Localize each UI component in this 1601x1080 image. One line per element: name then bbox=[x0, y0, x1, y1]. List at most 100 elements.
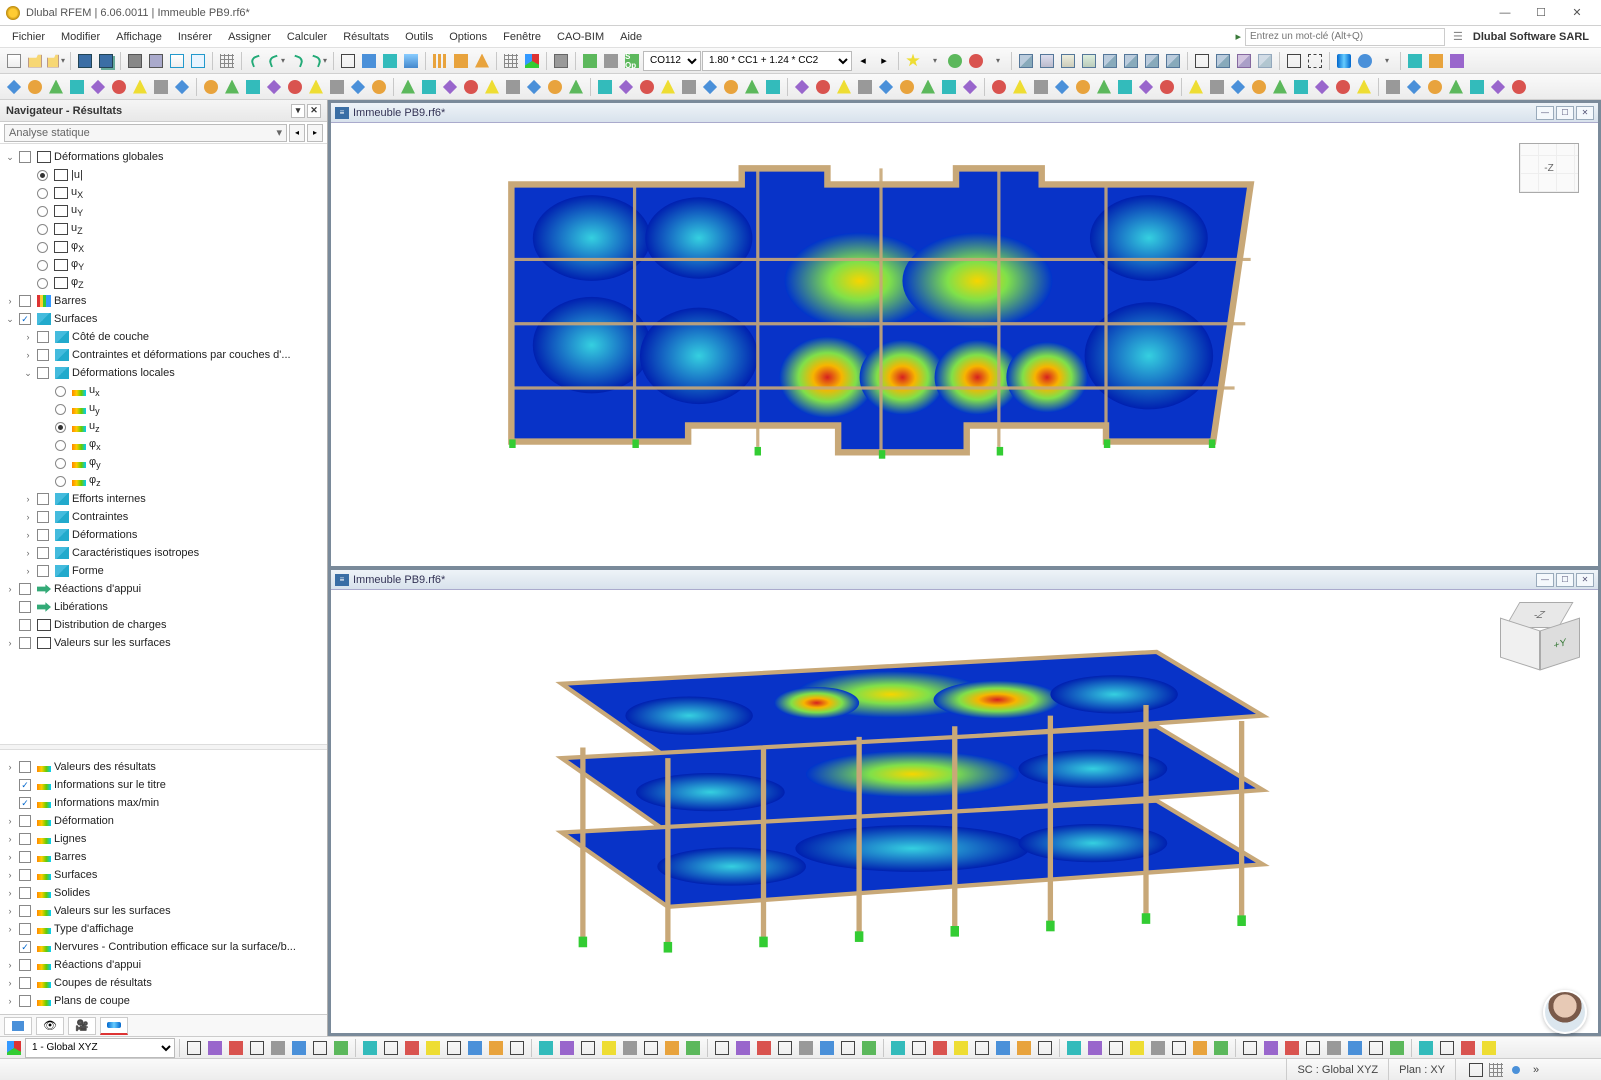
tool2-btn-52[interactable] bbox=[1136, 77, 1156, 97]
checkbox[interactable] bbox=[19, 779, 31, 791]
checkbox[interactable] bbox=[19, 313, 31, 325]
next-lc-button[interactable]: ▸ bbox=[874, 51, 894, 71]
radio[interactable] bbox=[55, 476, 66, 487]
pan-button[interactable] bbox=[1334, 51, 1354, 71]
show-loads-button[interactable] bbox=[472, 51, 492, 71]
table-button[interactable] bbox=[217, 51, 237, 71]
axes-toggle-button[interactable] bbox=[522, 51, 542, 71]
tool2-btn-3[interactable] bbox=[67, 77, 87, 97]
tool3-btn-9[interactable] bbox=[381, 1038, 401, 1058]
tool3-btn-11[interactable] bbox=[423, 1038, 443, 1058]
tool3-btn-30[interactable] bbox=[838, 1038, 858, 1058]
tool2-btn-44[interactable] bbox=[960, 77, 980, 97]
tool2-btn-28[interactable] bbox=[616, 77, 636, 97]
expander-icon[interactable]: › bbox=[4, 888, 16, 898]
so-badge[interactable]: S Op bbox=[622, 51, 642, 71]
expander-icon[interactable]: › bbox=[4, 852, 16, 862]
checkbox[interactable] bbox=[19, 583, 31, 595]
viewport-bottom-canvas[interactable]: -Z +Y bbox=[331, 590, 1598, 1033]
menu-modifier[interactable]: Modifier bbox=[53, 29, 108, 45]
tree-item[interactable]: ›Solides bbox=[0, 884, 327, 902]
tool2-btn-43[interactable] bbox=[939, 77, 959, 97]
tool2-btn-65[interactable] bbox=[1425, 77, 1445, 97]
prev-lc-button[interactable]: ◂ bbox=[853, 51, 873, 71]
expander-icon[interactable]: › bbox=[4, 584, 16, 594]
viewport-bottom-min[interactable]: — bbox=[1536, 573, 1554, 587]
viewport-top-close[interactable]: ✕ bbox=[1576, 106, 1594, 120]
tool2-btn-66[interactable] bbox=[1446, 77, 1466, 97]
checkbox[interactable] bbox=[19, 995, 31, 1007]
expander-icon[interactable]: ⌄ bbox=[4, 152, 16, 163]
model-wire-button[interactable] bbox=[1192, 51, 1212, 71]
tool3-btn-55[interactable] bbox=[1387, 1038, 1407, 1058]
expander-icon[interactable]: › bbox=[4, 762, 16, 772]
tool2-btn-11[interactable] bbox=[243, 77, 263, 97]
expander-icon[interactable]: › bbox=[4, 296, 16, 306]
tool2-btn-12[interactable] bbox=[264, 77, 284, 97]
radio[interactable] bbox=[37, 260, 48, 271]
navigator-pin-button[interactable]: ▾ bbox=[291, 104, 305, 118]
tree-item[interactable]: uX bbox=[0, 184, 327, 202]
checkbox[interactable] bbox=[37, 511, 49, 523]
save-as-button[interactable] bbox=[96, 51, 116, 71]
tool2-btn-61[interactable] bbox=[1333, 77, 1353, 97]
calc-settings-button[interactable] bbox=[601, 51, 621, 71]
radio[interactable] bbox=[37, 188, 48, 199]
checkbox[interactable] bbox=[19, 619, 31, 631]
zoom-all-button[interactable] bbox=[1284, 51, 1304, 71]
tool3-btn-4[interactable] bbox=[268, 1038, 288, 1058]
view-sections-button[interactable] bbox=[451, 51, 471, 71]
expander-icon[interactable]: › bbox=[22, 512, 34, 522]
tool2-btn-33[interactable] bbox=[721, 77, 741, 97]
analysis-type-combo[interactable]: Analyse statique▾ bbox=[4, 124, 287, 142]
tool2-btn-22[interactable] bbox=[482, 77, 502, 97]
radio[interactable] bbox=[55, 440, 66, 451]
tool2-btn-41[interactable] bbox=[897, 77, 917, 97]
nav-tab-data[interactable] bbox=[4, 1017, 32, 1035]
analysis-prev-button[interactable]: ◂ bbox=[289, 124, 305, 142]
expander-icon[interactable]: ⌄ bbox=[4, 314, 16, 325]
tool3-btn-19[interactable] bbox=[599, 1038, 619, 1058]
tool3-btn-28[interactable] bbox=[796, 1038, 816, 1058]
misc-3-button[interactable] bbox=[1447, 51, 1467, 71]
expander-icon[interactable]: › bbox=[22, 494, 34, 504]
menu-assigner[interactable]: Assigner bbox=[220, 29, 279, 45]
checkbox[interactable] bbox=[37, 547, 49, 559]
tool2-btn-67[interactable] bbox=[1467, 77, 1487, 97]
tool2-btn-31[interactable] bbox=[679, 77, 699, 97]
search-play-icon[interactable]: ▸ bbox=[1235, 30, 1241, 43]
viewport-top-max[interactable]: ☐ bbox=[1556, 106, 1574, 120]
undo-button[interactable] bbox=[246, 51, 266, 71]
tool3-btn-6[interactable] bbox=[310, 1038, 330, 1058]
zoom-window-button[interactable] bbox=[1305, 51, 1325, 71]
tree-item[interactable]: φy bbox=[0, 454, 327, 472]
tree-item[interactable]: ›Efforts internes bbox=[0, 490, 327, 508]
tool2-btn-59[interactable] bbox=[1291, 77, 1311, 97]
model-trans-button[interactable] bbox=[1255, 51, 1275, 71]
tree-item[interactable]: ›Valeurs sur les surfaces bbox=[0, 634, 327, 652]
tool3-btn-25[interactable] bbox=[733, 1038, 753, 1058]
tree-item[interactable]: uz bbox=[0, 418, 327, 436]
expander-icon[interactable]: › bbox=[4, 960, 16, 970]
checkbox[interactable] bbox=[19, 797, 31, 809]
tool3-btn-3[interactable] bbox=[247, 1038, 267, 1058]
keyword-search-input[interactable] bbox=[1245, 28, 1445, 46]
expander-icon[interactable]: › bbox=[4, 978, 16, 988]
tool3-btn-18[interactable] bbox=[578, 1038, 598, 1058]
checkbox[interactable] bbox=[19, 905, 31, 917]
redo-history-button[interactable] bbox=[309, 51, 329, 71]
checkbox[interactable] bbox=[19, 941, 31, 953]
load-case-desc-combo[interactable]: 1.80 * CC1 + 1.24 * CC2 bbox=[702, 51, 852, 71]
checkbox[interactable] bbox=[37, 331, 49, 343]
tree-item[interactable]: ›Côté de couche bbox=[0, 328, 327, 346]
tool3-btn-47[interactable] bbox=[1211, 1038, 1231, 1058]
viewport-bottom-titlebar[interactable]: ≡ Immeuble PB9.rf6* — ☐ ✕ bbox=[331, 570, 1598, 590]
star-filter-button[interactable] bbox=[903, 51, 923, 71]
tree-item[interactable]: ›Contraintes bbox=[0, 508, 327, 526]
tool2-btn-63[interactable] bbox=[1383, 77, 1403, 97]
checkbox[interactable] bbox=[19, 295, 31, 307]
star-filter-menu[interactable] bbox=[924, 51, 944, 71]
new-file-button[interactable] bbox=[4, 51, 24, 71]
tool2-btn-39[interactable] bbox=[855, 77, 875, 97]
tool2-btn-34[interactable] bbox=[742, 77, 762, 97]
